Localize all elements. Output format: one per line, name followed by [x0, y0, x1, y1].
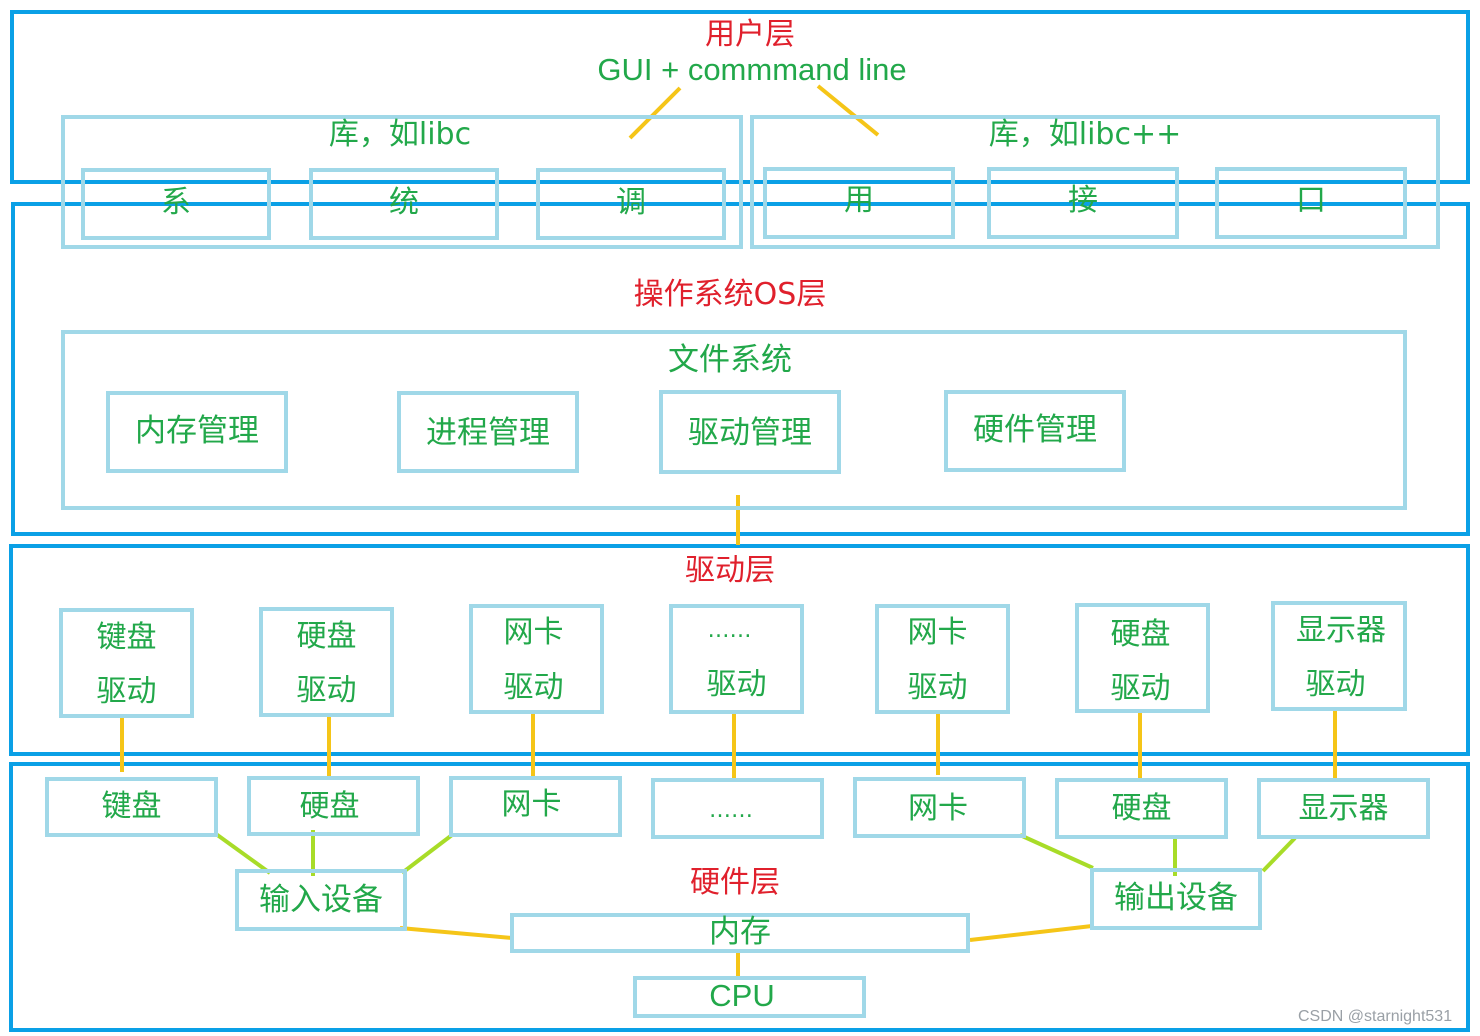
cpu-label: CPU	[709, 978, 775, 1013]
module-process-label: 进程管理	[426, 415, 550, 451]
user-layer-subtitle: GUI + commmand line	[597, 52, 907, 87]
driver-other-line1: ……	[707, 618, 752, 643]
driver-disk-2-line2: 驱动	[1110, 671, 1171, 706]
connector-output-memory	[969, 924, 1093, 942]
driver-other-line2: 驱动	[706, 667, 767, 702]
module-driver-label: 驱动管理	[688, 415, 812, 451]
device-other-label: ……	[709, 798, 753, 823]
driver-display-line2: 驱动	[1305, 667, 1366, 702]
input-device-label: 输入设备	[259, 882, 383, 918]
driver-nic-2-line1: 网卡	[907, 615, 968, 650]
driver-keyboard-line2: 驱动	[96, 674, 157, 709]
hardware-layer-title: 硬件层	[690, 865, 780, 900]
lib-libcpp-label: 库，如libc++	[988, 117, 1182, 152]
driver-keyboard-line1: 键盘	[96, 620, 157, 655]
device-display-label: 显示器	[1298, 791, 1389, 826]
connector-keyboard-input	[214, 832, 272, 875]
driver-nic-line2: 驱动	[503, 670, 564, 705]
memory-label: 内存	[709, 914, 771, 950]
syscall-char-2: 统	[389, 185, 419, 220]
watermark: CSDN @starnight531	[1298, 1008, 1453, 1025]
device-keyboard-label: 键盘	[101, 789, 162, 824]
driver-disk-2-line1: 硬盘	[1110, 617, 1171, 652]
user-layer-title: 用户层	[705, 17, 795, 52]
lib-libc-label: 库，如libc	[328, 117, 472, 152]
connector-display-output	[1261, 836, 1297, 873]
os-layer-title: 操作系统OS层	[633, 277, 827, 312]
filesystem-label: 文件系统	[668, 342, 792, 378]
device-disk-label: 硬盘	[299, 789, 360, 824]
driver-layer-title: 驱动层	[685, 553, 775, 588]
connector-input-memory	[399, 926, 513, 940]
device-nic-2-label: 网卡	[908, 791, 968, 826]
userapi-char-1: 用	[844, 183, 874, 218]
connector-nic-input	[400, 833, 454, 875]
driver-disk-line1: 硬盘	[296, 619, 357, 654]
userapi-char-2: 接	[1068, 183, 1098, 218]
module-memory-label: 内存管理	[135, 413, 259, 449]
connector-nic-output	[1019, 833, 1094, 870]
syscall-char-1: 系	[161, 185, 191, 220]
module-hardware-label: 硬件管理	[973, 412, 1097, 448]
syscall-char-3: 调	[616, 185, 646, 220]
userapi-char-3: 口	[1296, 183, 1326, 218]
driver-nic-2-line2: 驱动	[907, 670, 968, 705]
driver-display-line1: 显示器	[1296, 613, 1386, 648]
output-device-label: 输出设备	[1114, 880, 1238, 916]
device-nic-label: 网卡	[501, 787, 562, 822]
driver-nic-line1: 网卡	[503, 615, 564, 650]
device-disk-2-label: 硬盘	[1111, 791, 1172, 826]
driver-disk-line2: 驱动	[296, 673, 357, 708]
